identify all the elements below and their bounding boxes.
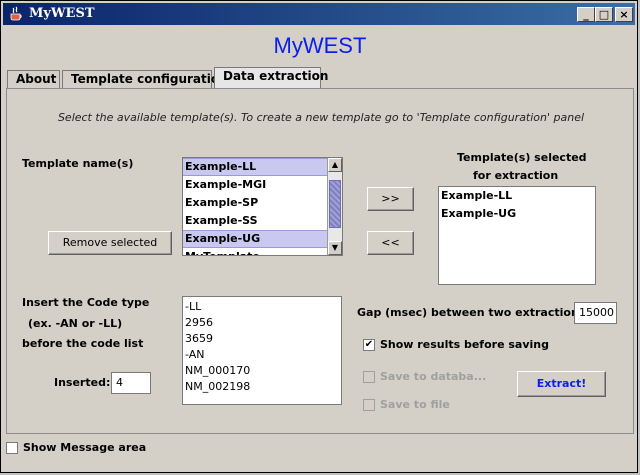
list-item[interactable]: MyTemplate [183, 248, 342, 255]
list-item[interactable]: NM_000170 [183, 363, 341, 379]
inserted-label: Inserted: [54, 376, 111, 389]
template-list[interactable]: Example-LL Example-MGI Example-SP Exampl… [182, 157, 343, 256]
tab-template-configuration-label: Template configuration [71, 72, 228, 86]
gap-msec-field[interactable]: 15000 [574, 302, 617, 324]
template-list-scrollbar[interactable]: ▲ ▼ [327, 158, 342, 255]
tab-template-configuration[interactable]: Template configuration [62, 70, 228, 88]
selected-templates-label: Template(s) selected [457, 151, 587, 164]
show-message-area-label: Show Message area [23, 441, 147, 454]
list-item[interactable]: Example-LL [183, 158, 342, 176]
save-to-database-label: Save to databa... [380, 370, 487, 383]
java-cup-icon [10, 6, 22, 21]
inserted-count-field[interactable]: 4 [111, 372, 151, 394]
checkbox-icon[interactable] [6, 442, 18, 454]
scroll-up-icon[interactable]: ▲ [328, 158, 342, 172]
code-type-example-label: (ex. -AN or -LL) [28, 317, 123, 330]
add-template-button[interactable]: >> [367, 187, 414, 211]
save-to-file-checkbox[interactable]: Save to file [363, 398, 483, 414]
selected-templates-label-2: for extraction [473, 169, 559, 182]
title-bar[interactable]: MyWEST _ □ × [3, 3, 635, 25]
code-type-label: Insert the Code type [22, 296, 150, 309]
tab-data-extraction[interactable]: Data extraction [214, 67, 328, 89]
list-item[interactable]: Example-UG [439, 205, 595, 223]
code-list[interactable]: -LL 2956 3659 -AN NM_000170 NM_002198 [182, 296, 342, 405]
list-item[interactable]: Example-MGI [183, 176, 342, 194]
list-item[interactable]: -AN [183, 347, 341, 363]
close-button[interactable]: × [615, 7, 633, 22]
list-item[interactable]: Example-LL [439, 187, 595, 205]
list-item[interactable]: 3659 [183, 331, 341, 347]
app-heading: MyWEST [273, 33, 367, 58]
save-to-file-label: Save to file [380, 398, 450, 411]
checkbox-checked-icon[interactable]: ✔ [363, 339, 375, 351]
minimize-button[interactable]: _ [577, 7, 595, 22]
checkbox-icon[interactable] [363, 399, 375, 411]
list-item[interactable]: NM_002198 [183, 379, 341, 395]
list-item[interactable]: Example-SP [183, 194, 342, 212]
list-item[interactable]: 2956 [183, 315, 341, 331]
list-item[interactable]: Example-SS [183, 212, 342, 230]
scroll-thumb[interactable] [329, 180, 341, 228]
tab-data-extraction-label: Data extraction [223, 69, 329, 83]
show-results-checkbox[interactable]: ✔ Show results before saving [363, 338, 563, 354]
template-names-label: Template name(s) [22, 157, 134, 170]
remove-selected-button[interactable]: Remove selected [48, 231, 172, 255]
save-to-database-checkbox[interactable]: Save to databa... [363, 370, 503, 386]
extract-button[interactable]: Extract! [517, 371, 606, 397]
code-list-hint-label: before the code list [22, 337, 144, 350]
show-message-area-checkbox[interactable]: Show Message area [6, 441, 166, 457]
tab-about-label: About [16, 72, 57, 86]
list-item[interactable]: Example-UG [183, 230, 342, 248]
tab-about[interactable]: About [7, 70, 60, 88]
remove-template-button[interactable]: << [367, 231, 414, 255]
maximize-button[interactable]: □ [595, 7, 613, 22]
instruction-text: Select the available template(s). To cre… [57, 111, 585, 124]
list-item[interactable]: -LL [183, 299, 341, 315]
data-extraction-panel: Select the available template(s). To cre… [6, 88, 634, 434]
show-results-label: Show results before saving [380, 338, 549, 351]
scroll-down-icon[interactable]: ▼ [328, 241, 342, 255]
gap-label: Gap (msec) between two extractions: [357, 306, 590, 319]
checkbox-icon[interactable] [363, 371, 375, 383]
app-window: MyWEST _ □ × MyWEST About Template confi… [0, 0, 638, 473]
window-title: MyWEST [29, 6, 95, 21]
selected-templates-list[interactable]: Example-LL Example-UG [438, 186, 596, 285]
